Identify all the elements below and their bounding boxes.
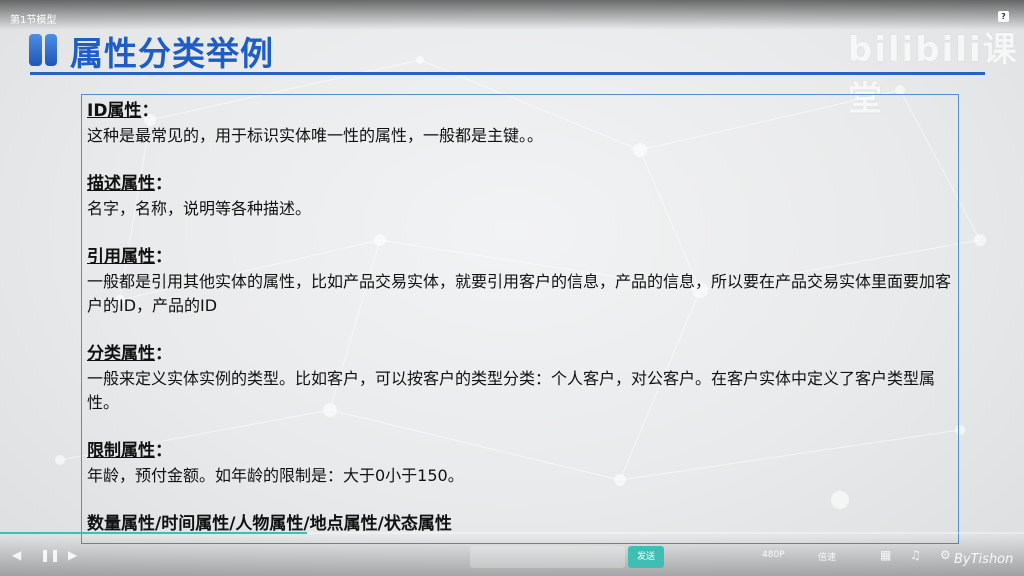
attribute-heading: 限制属性： xyxy=(87,441,172,461)
attribute-heading: 引用属性： xyxy=(87,247,172,267)
volume-icon[interactable]: ♫ xyxy=(910,548,921,562)
attribute-item: 分类属性： 一般来定义实体实例的类型。比如客户，可以按客户的类型分类：个人客户，… xyxy=(87,342,955,415)
slide-title-icon xyxy=(29,34,57,66)
title-divider xyxy=(30,72,985,75)
slide-title: 属性分类举例 xyxy=(70,34,274,73)
attribute-item: 限制属性： 年龄，预付金额。如年龄的限制是：大于0小于150。 xyxy=(87,439,955,488)
attribute-description: 一般来定义实体实例的类型。比如客户，可以按客户的类型分类：个人客户，对公客户。在… xyxy=(87,369,936,412)
attribute-item: 描述属性： 名字，名称，说明等各种描述。 xyxy=(87,172,955,221)
settings-icon[interactable]: ⚙ xyxy=(940,548,951,562)
attribute-description: 名字，名称，说明等各种描述。 xyxy=(87,199,312,218)
slide-content: ID属性： 这种是最常见的，用于标识实体唯一性的属性，一般都是主键。。 描述属性… xyxy=(87,99,955,537)
help-icon[interactable]: ? xyxy=(998,11,1009,22)
send-button[interactable]: 发送 xyxy=(628,546,664,568)
attribute-description: 年龄，预付金额。如年龄的限制是：大于0小于150。 xyxy=(87,466,464,485)
attribute-description: 一般都是引用其他实体的属性，比如产品交易实体，就要引用客户的信息，产品的信息，所… xyxy=(87,272,952,315)
pause-icon[interactable]: ❚❚ xyxy=(40,548,60,562)
previous-icon[interactable]: ◀ xyxy=(12,548,21,562)
uploader-watermark: ByTishon xyxy=(954,552,1014,567)
video-title: 第1节模型 xyxy=(10,15,57,26)
danmaku-toggle-icon[interactable]: ▦ xyxy=(880,548,891,562)
next-icon[interactable]: ▶ xyxy=(68,548,77,562)
progress-fill xyxy=(0,532,308,534)
video-player[interactable]: 第1节模型 ? bilibili课堂 属性分类举例 ID属性： 这种是最常见的，… xyxy=(0,0,1024,576)
attribute-item: 引用属性： 一般都是引用其他实体的属性，比如产品交易实体，就要引用客户的信息，产… xyxy=(87,245,955,318)
attribute-item: ID属性： 这种是最常见的，用于标识实体唯一性的属性，一般都是主键。。 xyxy=(87,99,955,148)
attribute-heading: 分类属性： xyxy=(87,344,172,364)
attribute-heading: ID属性： xyxy=(87,101,159,121)
attribute-description: 这种是最常见的，用于标识实体唯一性的属性，一般都是主键。。 xyxy=(87,126,544,145)
danmaku-input[interactable] xyxy=(470,546,625,568)
attribute-heading: 描述属性： xyxy=(87,174,172,194)
speed-selector[interactable]: 倍速 xyxy=(818,550,836,563)
quality-selector[interactable]: 480P xyxy=(762,550,785,560)
